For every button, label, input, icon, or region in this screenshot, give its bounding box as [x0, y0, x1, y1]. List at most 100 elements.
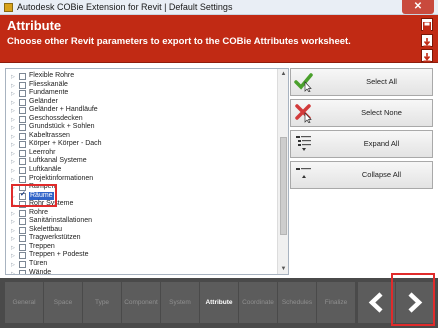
tab-space[interactable]: Space [44, 282, 82, 323]
export-down-button-2[interactable] [421, 49, 433, 62]
tree-item[interactable]: ▷ Fundamente [6, 89, 277, 98]
tree-item[interactable]: ▷ Fliesskanäle [6, 81, 277, 90]
tab-component[interactable]: Component [122, 282, 160, 323]
tree-item-checkbox[interactable] [19, 73, 26, 80]
tree-item-label: Leerrohr [29, 148, 56, 156]
scroll-up-arrow-icon[interactable]: ▲ [278, 69, 288, 79]
export-down-button[interactable] [421, 34, 433, 47]
tree-item-label: Geländer + Handläufe [29, 106, 98, 114]
collapse-all-button[interactable]: Collapse All [290, 161, 433, 189]
download-icon [423, 53, 431, 62]
tree-item[interactable]: ▷ Projektinformationen [6, 175, 277, 184]
tree-item-label: Geschossdecken [29, 114, 83, 122]
annotation-highlight-raeume [11, 184, 57, 207]
tree-item-label: Treppen [29, 242, 55, 250]
tree-item[interactable]: ▷ Geländer + Handläufe [6, 106, 277, 115]
main-content: ▷ Flexible Rohre ▷ Fliesskanäle ▷ Fundamente ▷… [0, 64, 438, 278]
tree-item[interactable]: ▷ Sanitärinstallationen [6, 217, 277, 226]
tree-item-checkbox[interactable] [19, 269, 26, 274]
download-icon [423, 38, 431, 47]
tree-item-checkbox[interactable] [19, 218, 26, 226]
tree-item[interactable]: ▷ Geschossdecken [6, 115, 277, 124]
tree-item-checkbox[interactable] [19, 209, 26, 217]
tree-item[interactable]: ▷ Kabeltrassen [6, 132, 277, 141]
tree-item[interactable]: ▷ Treppen [6, 243, 277, 252]
save-icon [423, 22, 431, 31]
tree-item[interactable]: ▷ Leerrohr [6, 149, 277, 158]
tab-type[interactable]: Type [83, 282, 121, 323]
collapse-all-label: Collapse All [361, 170, 402, 179]
expand-arrow-icon[interactable]: ▷ [11, 270, 15, 274]
tree-item-checkbox[interactable] [19, 261, 26, 269]
expand-all-button[interactable]: Expand All [290, 130, 433, 158]
tree-item-checkbox[interactable] [19, 252, 26, 260]
tree-item[interactable]: ▷ Skelettbau [6, 226, 277, 235]
red-x-icon [295, 104, 312, 123]
tree-item-checkbox[interactable] [19, 132, 26, 140]
tree-item-label: Grundstück + Sohlen [29, 123, 95, 131]
tab-attribute[interactable]: Attribute [200, 282, 238, 323]
tree-item-label: Kabeltrassen [29, 131, 70, 139]
tree-item[interactable]: ▷ Körper + Körper - Dach [6, 140, 277, 149]
tree-item-label: Treppen + Podeste [29, 251, 89, 259]
tree-item-checkbox[interactable] [19, 149, 26, 157]
tree-item-label: Flexible Rohre [29, 72, 75, 79]
tab-schedules[interactable]: Schedules [278, 282, 316, 323]
tree-item[interactable]: ▷ Treppen + Podeste [6, 251, 277, 260]
expand-all-label: Expand All [363, 139, 400, 148]
tree-item-checkbox[interactable] [19, 124, 26, 132]
tree-item-label: Fundamente [29, 89, 69, 97]
tree-item-label: Luftkanal Systeme [29, 157, 87, 165]
back-button[interactable] [358, 282, 395, 323]
save-button[interactable] [421, 18, 433, 31]
tree-item[interactable]: ▷ Grundstück + Sohlen [6, 123, 277, 132]
page-subtitle: Choose other Revit parameters to export … [7, 36, 351, 47]
collapse-list-icon [296, 168, 311, 178]
tree-item[interactable]: ▷ Tragwerkstützen [6, 234, 277, 243]
page-title: Attribute [7, 18, 62, 33]
tree-item-checkbox[interactable] [19, 235, 26, 243]
tree-item-checkbox[interactable] [19, 158, 26, 166]
tree-item-checkbox[interactable] [19, 98, 26, 106]
tree-item-label: Fliesskanäle [29, 80, 68, 88]
tree-item-checkbox[interactable] [19, 167, 26, 175]
page-header: Attribute Choose other Revit parameters … [0, 15, 438, 63]
tree-scrollbar[interactable]: ▲ ▼ [277, 69, 288, 274]
tree-item-label: Rohre [29, 208, 49, 216]
window-title: Autodesk COBie Extension for Revit | Def… [17, 2, 233, 12]
tree-item[interactable]: ▷ Rohre [6, 209, 277, 218]
category-tree[interactable]: ▷ Flexible Rohre ▷ Fliesskanäle ▷ Fundamente ▷… [5, 68, 289, 275]
select-all-button[interactable]: Select All [290, 68, 433, 96]
tree-item-checkbox[interactable] [19, 175, 26, 183]
tree-item[interactable]: ▷ Luftkanäle [6, 166, 277, 175]
tree-item[interactable]: ▷ Geländer [6, 98, 277, 107]
tree-item-checkbox[interactable] [19, 243, 26, 251]
autodesk-app-icon [4, 3, 13, 12]
tab-coordinate[interactable]: Coordinate [239, 282, 277, 323]
tree-item-checkbox[interactable] [19, 226, 26, 234]
tab-system[interactable]: System [161, 282, 199, 323]
tab-finalize[interactable]: Finalize [317, 282, 355, 323]
window-titlebar: Autodesk COBie Extension for Revit | Def… [0, 0, 438, 15]
category-tree-list: ▷ Flexible Rohre ▷ Fliesskanäle ▷ Fundamente ▷… [6, 72, 277, 274]
select-none-button[interactable]: Select None [290, 99, 433, 127]
tree-item[interactable]: ▷ Flexible Rohre [6, 72, 277, 81]
tree-item-checkbox[interactable] [19, 90, 26, 98]
tree-item-checkbox[interactable] [19, 81, 26, 89]
select-all-label: Select All [366, 77, 397, 86]
tree-item-checkbox[interactable] [19, 107, 26, 115]
tree-item-label: Projektinformationen [29, 174, 94, 182]
tree-item[interactable]: ▷ Wände [6, 269, 277, 274]
tree-item[interactable]: ▷ Luftkanal Systeme [6, 157, 277, 166]
tree-item-label: Körper + Körper - Dach [29, 140, 102, 148]
tab-general[interactable]: General [5, 282, 43, 323]
tree-item-label: Sanitärinstallationen [29, 217, 93, 225]
scroll-thumb[interactable] [280, 137, 287, 235]
tree-item-checkbox[interactable] [19, 115, 26, 123]
annotation-highlight-next [391, 273, 435, 326]
wizard-navigation: General Space Type Component System Attribute… [0, 278, 438, 328]
scroll-down-arrow-icon[interactable]: ▼ [278, 264, 288, 274]
tree-item[interactable]: ▷ Türen [6, 260, 277, 269]
close-icon[interactable]: ✕ [402, 0, 434, 14]
tree-item-checkbox[interactable] [19, 141, 26, 149]
